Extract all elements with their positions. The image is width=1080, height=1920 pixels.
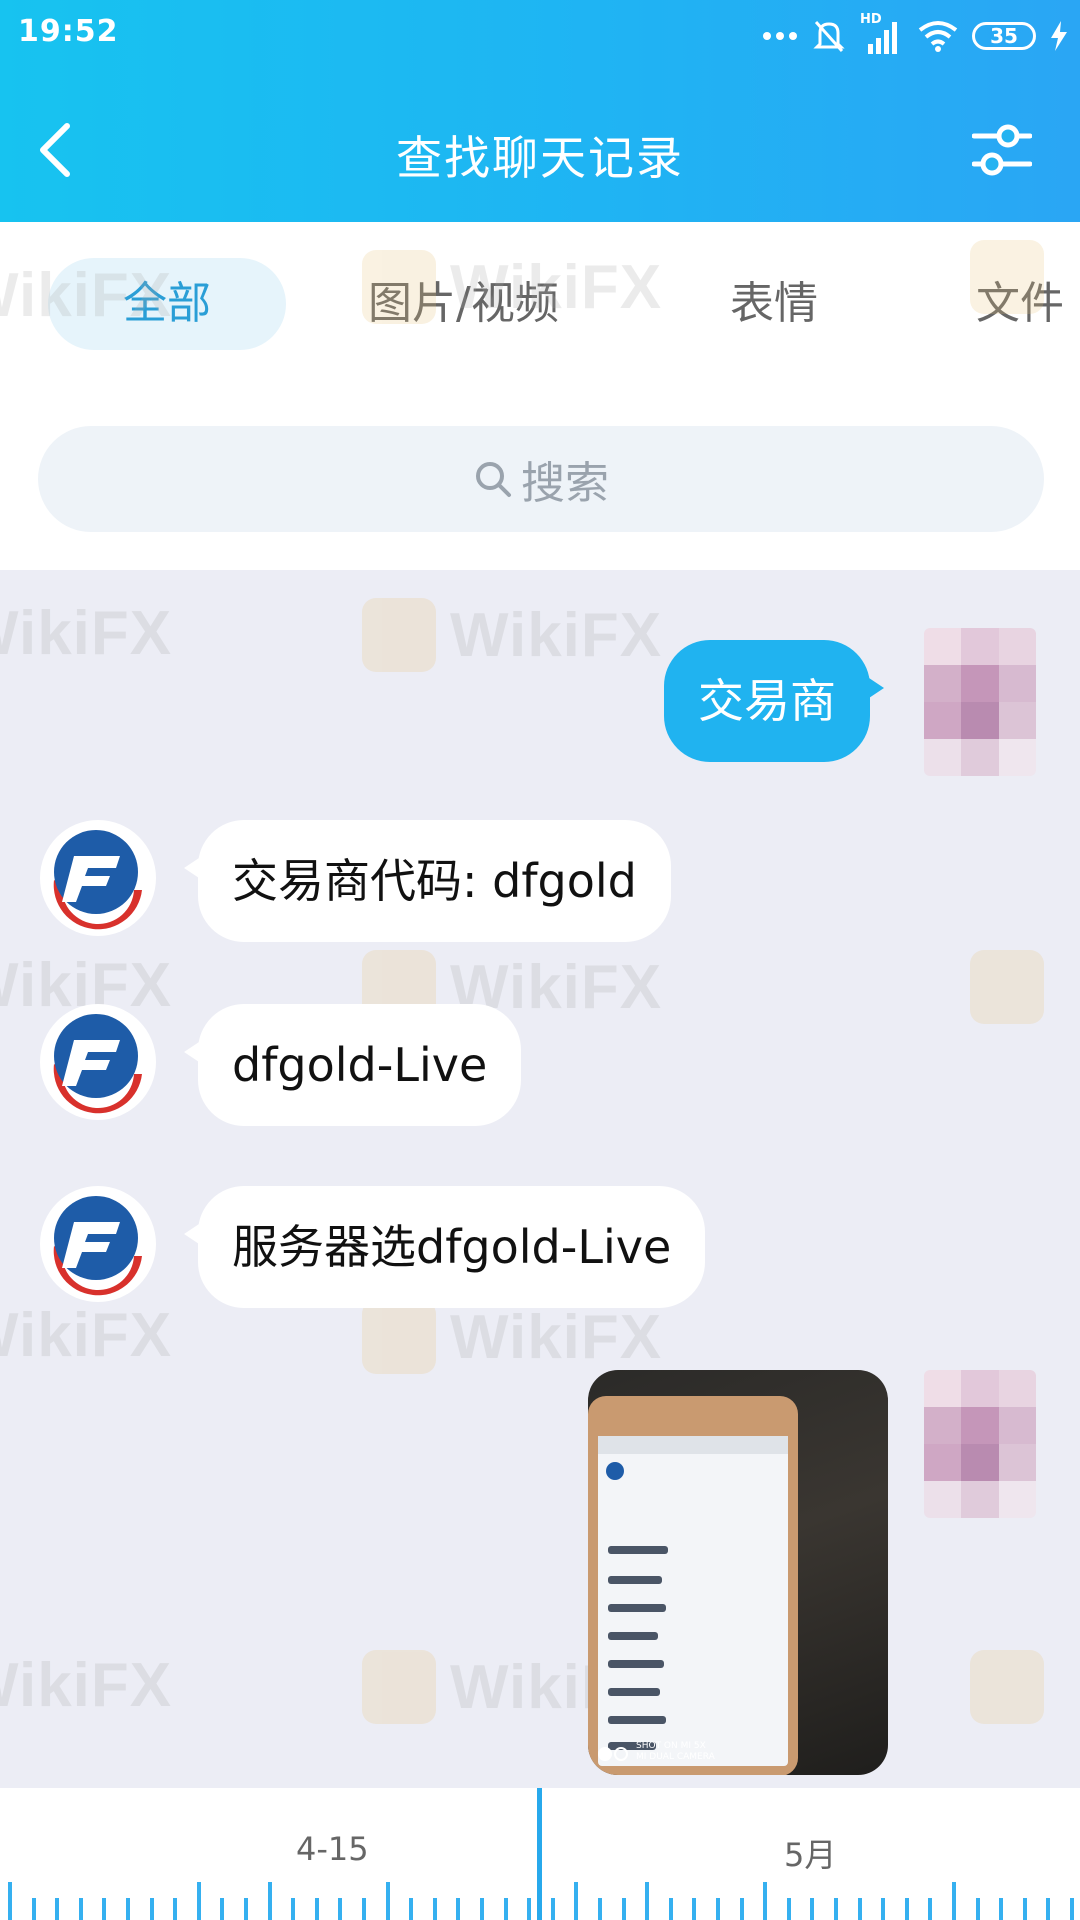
battery-level: 35 bbox=[990, 24, 1018, 48]
broker-logo-icon bbox=[42, 822, 154, 934]
timeline-tick bbox=[763, 1882, 768, 1920]
timeline-tick bbox=[904, 1898, 909, 1920]
timeline-tick bbox=[999, 1898, 1004, 1920]
timeline-tick bbox=[692, 1898, 697, 1920]
tab-all[interactable]: 全部 bbox=[48, 258, 286, 350]
incoming-message-bubble[interactable]: 服务器选dfgold-Live bbox=[183, 1186, 706, 1308]
timeline-tick bbox=[338, 1898, 343, 1920]
watermark: WikiFX bbox=[0, 599, 173, 668]
incoming-message-bubble[interactable]: dfgold-Live bbox=[183, 1004, 522, 1126]
sliders-icon bbox=[972, 124, 1032, 176]
timeline-tick bbox=[409, 1898, 414, 1920]
timeline-tick bbox=[834, 1898, 838, 1920]
timeline-tick bbox=[149, 1898, 154, 1920]
wifi-icon bbox=[918, 20, 958, 52]
outgoing-photo-message[interactable]: SHOT ON MI 5X MI DUAL CAMERA bbox=[588, 1370, 888, 1775]
broker-logo-icon bbox=[42, 1188, 154, 1300]
tab-files[interactable]: 文件 bbox=[976, 258, 1064, 350]
timeline-tick bbox=[574, 1882, 579, 1920]
watermark: WikiFX bbox=[0, 1301, 173, 1370]
status-icons: HD 35 bbox=[762, 12, 1068, 60]
timeline-tick bbox=[952, 1882, 956, 1920]
more-dots-icon bbox=[762, 30, 798, 42]
timeline-tick bbox=[1070, 1898, 1074, 1920]
tab-images-videos[interactable]: 图片/视频 bbox=[368, 258, 559, 350]
timeline-tick bbox=[786, 1898, 791, 1920]
broker-avatar[interactable] bbox=[40, 1004, 156, 1120]
timeline-tick bbox=[8, 1882, 12, 1920]
timeline-tick bbox=[126, 1898, 130, 1920]
incoming-message-bubble[interactable]: 交易商代码: dfgold bbox=[184, 820, 671, 942]
timeline-tick bbox=[480, 1898, 484, 1920]
battery-icon: 35 bbox=[972, 22, 1036, 50]
watermark: WikiFX bbox=[362, 1300, 662, 1374]
search-placeholder: 搜索 bbox=[521, 458, 609, 509]
timeline-tick bbox=[173, 1898, 178, 1920]
timeline-date-label: 4-15 bbox=[296, 1830, 369, 1868]
timeline-tick bbox=[31, 1898, 36, 1920]
watermark: WikiFX bbox=[0, 1651, 173, 1720]
timeline-tick bbox=[385, 1882, 390, 1920]
timeline-tick bbox=[550, 1898, 555, 1920]
header: 19:52 HD 35 查找聊天记录 bbox=[0, 0, 1080, 222]
timeline-tick bbox=[527, 1898, 532, 1920]
photo-phone bbox=[588, 1396, 798, 1775]
timeline-tick bbox=[1022, 1898, 1027, 1920]
photo-camera-caption: SHOT ON MI 5X MI DUAL CAMERA bbox=[636, 1741, 715, 1762]
watermark bbox=[970, 1650, 1044, 1724]
timeline-tick bbox=[291, 1898, 296, 1920]
date-timeline-scrubber[interactable]: 4-15 5月 bbox=[0, 1788, 1080, 1920]
filter-tabs-panel: 全部 图片/视频 表情 文件 搜索 bbox=[0, 222, 1080, 570]
timeline-tick bbox=[220, 1898, 225, 1920]
timeline-tick bbox=[857, 1898, 862, 1920]
timeline-tick bbox=[55, 1898, 60, 1920]
timeline-tick bbox=[668, 1898, 673, 1920]
self-avatar[interactable] bbox=[924, 1370, 1036, 1518]
timeline-tick bbox=[432, 1898, 437, 1920]
timeline-tick bbox=[503, 1898, 508, 1920]
timeline-tick bbox=[314, 1898, 319, 1920]
chat-history-search-screen: 19:52 HD 35 查找聊天记录 全部 图片/视频 表情 文件 搜索 iki… bbox=[0, 0, 1080, 1920]
watermark: WikiFX bbox=[362, 598, 662, 672]
timeline-tick bbox=[244, 1898, 248, 1920]
timeline-tick bbox=[1046, 1898, 1051, 1920]
timeline-tick bbox=[739, 1898, 744, 1920]
timeline-tick bbox=[810, 1898, 815, 1920]
nav-bar: 查找聊天记录 bbox=[0, 80, 1080, 220]
timeline-tick bbox=[196, 1882, 201, 1920]
status-bar: 19:52 HD 35 bbox=[0, 0, 1080, 72]
chat-message-list[interactable]: WikiFX WikiFX WikiFX WikiFX WikiFX WikiF… bbox=[0, 240, 1080, 1788]
timeline-tick bbox=[456, 1898, 461, 1920]
search-input[interactable]: 搜索 bbox=[38, 426, 1044, 532]
broker-avatar[interactable] bbox=[40, 1186, 156, 1302]
timeline-tick bbox=[78, 1898, 83, 1920]
timeline-tick bbox=[267, 1882, 272, 1920]
timeline-tick bbox=[645, 1882, 650, 1920]
mute-bell-icon bbox=[812, 18, 846, 54]
timeline-tick bbox=[598, 1898, 602, 1920]
hd-signal-icon: HD bbox=[860, 12, 904, 56]
timeline-tick bbox=[928, 1898, 933, 1920]
timeline-tick bbox=[102, 1898, 107, 1920]
watermark bbox=[970, 950, 1044, 1024]
self-avatar[interactable] bbox=[924, 628, 1036, 776]
search-icon bbox=[476, 462, 511, 497]
timeline-date-label: 5月 bbox=[784, 1836, 837, 1874]
broker-avatar[interactable] bbox=[40, 820, 156, 936]
status-time: 19:52 bbox=[18, 14, 119, 49]
timeline-current-position[interactable] bbox=[537, 1788, 542, 1920]
outgoing-message-bubble[interactable]: 交易商 bbox=[664, 640, 884, 762]
timeline-tick bbox=[716, 1898, 720, 1920]
timeline-tick bbox=[881, 1898, 886, 1920]
timeline-tick bbox=[362, 1898, 366, 1920]
charging-icon bbox=[1050, 21, 1068, 51]
filter-button[interactable] bbox=[966, 114, 1038, 186]
timeline-tick bbox=[621, 1898, 626, 1920]
timeline-tick bbox=[975, 1898, 980, 1920]
page-title: 查找聊天记录 bbox=[396, 131, 684, 185]
broker-logo-icon bbox=[42, 1006, 154, 1118]
tab-stickers[interactable]: 表情 bbox=[730, 258, 818, 350]
